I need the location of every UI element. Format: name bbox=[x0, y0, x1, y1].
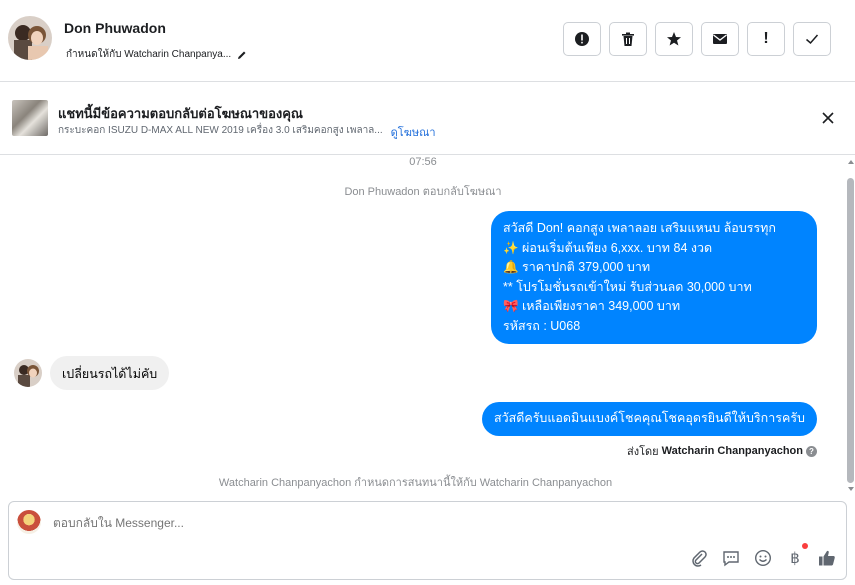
ad-message-line: ✨ ผ่อนเริ่มต้นเพียง 6,xxx. บาท 84 งวด bbox=[503, 240, 713, 255]
sent-by-label: ส่งโดย Watcharin Chanpanyachon ? bbox=[627, 442, 817, 460]
composer-tools: ฿ bbox=[690, 543, 836, 567]
exclamation-button[interactable]: ! bbox=[747, 22, 785, 56]
saved-replies-button[interactable] bbox=[722, 549, 740, 567]
star-icon bbox=[667, 32, 681, 46]
message-composer: ฿ bbox=[8, 501, 847, 580]
scrollbar-thumb[interactable] bbox=[847, 178, 854, 483]
ad-banner-title: แชทนี้มีข้อความตอบกลับต่อโฆษณาของคุณ bbox=[58, 106, 303, 121]
emoji-button[interactable] bbox=[754, 549, 772, 567]
scroll-down-icon[interactable] bbox=[848, 487, 854, 491]
thumbs-up-icon bbox=[819, 550, 835, 566]
system-message-assign: Watcharin Chanpanyachon กำหนดการสนทนานี้… bbox=[218, 477, 613, 489]
reply-input[interactable] bbox=[53, 516, 653, 530]
mark-done-button[interactable] bbox=[793, 22, 831, 56]
ad-auto-message-bubble[interactable]: สวัสดี Don! คอกสูง เพลาลอย เสริมแหนบ ล้อ… bbox=[491, 211, 817, 344]
email-button[interactable] bbox=[701, 22, 739, 56]
attach-button[interactable] bbox=[690, 549, 708, 567]
alert-circle-icon bbox=[575, 32, 589, 46]
help-icon[interactable]: ? bbox=[806, 445, 817, 457]
header-actions: ! bbox=[563, 22, 831, 56]
contact-name[interactable]: Don Phuwadon bbox=[64, 20, 166, 36]
scroll-up-icon[interactable] bbox=[848, 160, 854, 164]
emoji-icon bbox=[754, 549, 772, 567]
ad-message-line: สวัสดี Don! คอกสูง เพลาลอย เสริมแหนบ ล้อ… bbox=[503, 221, 776, 235]
system-message-ad-reply: Don Phuwadon ตอบกลับโฆษณา bbox=[344, 186, 502, 198]
conversation-header: Don Phuwadon กำหนดให้กับ Watcharin Chanp… bbox=[0, 0, 855, 82]
ad-thumbnail[interactable] bbox=[12, 100, 48, 136]
ad-message-line: ** โปรโมชั่นรถเข้าใหม่ รับส่วนลด 30,000 … bbox=[503, 279, 752, 294]
envelope-icon bbox=[713, 34, 727, 44]
message-thread[interactable]: 07:56 Don Phuwadon ตอบกลับโฆษณา สวัสดี D… bbox=[0, 156, 846, 496]
assignee-row[interactable]: กำหนดให้กับ Watcharin Chanpanya... bbox=[66, 47, 247, 62]
sent-by-prefix: ส่งโดย bbox=[627, 446, 659, 458]
pencil-icon[interactable] bbox=[237, 50, 247, 60]
baht-icon: ฿ bbox=[790, 550, 800, 567]
check-icon bbox=[806, 34, 819, 45]
payment-button[interactable]: ฿ bbox=[786, 543, 808, 567]
ad-message-line: รหัสรถ : U068 bbox=[503, 318, 581, 333]
notification-dot bbox=[802, 543, 808, 549]
star-button[interactable] bbox=[655, 22, 693, 56]
trash-icon bbox=[622, 32, 634, 46]
assignee-text: กำหนดให้กับ Watcharin Chanpanya... bbox=[66, 49, 232, 60]
sender-avatar[interactable] bbox=[14, 359, 42, 387]
exclamation-icon: ! bbox=[763, 30, 769, 47]
ad-message-line: 🎀 เหลือเพียงราคา 349,000 บาท bbox=[503, 299, 681, 313]
ad-subtitle: กระบะคอก ISUZU D-MAX ALL NEW 2019 เครื่อ… bbox=[58, 125, 383, 136]
ad-message-line: 🔔 ราคาปกติ 379,000 บาท bbox=[503, 260, 651, 274]
incoming-message-bubble[interactable]: เปลี่ยนรถได้ไม่คับ bbox=[50, 356, 170, 390]
view-ad-link[interactable]: ดูโฆษณา bbox=[391, 123, 436, 141]
saved-replies-icon bbox=[723, 551, 739, 567]
paperclip-icon bbox=[692, 550, 707, 567]
sent-by-name: Watcharin Chanpanyachon bbox=[661, 445, 803, 457]
close-icon[interactable] bbox=[821, 111, 835, 125]
delete-button[interactable] bbox=[609, 22, 647, 56]
contact-avatar[interactable] bbox=[8, 16, 52, 60]
page-avatar bbox=[17, 510, 41, 534]
ad-reply-banner: แชทนี้มีข้อความตอบกลับต่อโฆษณาของคุณ กระ… bbox=[0, 83, 855, 155]
alert-button[interactable] bbox=[563, 22, 601, 56]
message-timestamp: 07:56 bbox=[409, 156, 437, 168]
like-button[interactable] bbox=[818, 549, 836, 567]
ad-banner-subtitle-row: กระบะคอก ISUZU D-MAX ALL NEW 2019 เครื่อ… bbox=[58, 123, 436, 141]
outgoing-message-bubble[interactable]: สวัสดีครับแอดมินแบงค์โชคคุณโชคอุดรยินดีใ… bbox=[481, 402, 817, 436]
